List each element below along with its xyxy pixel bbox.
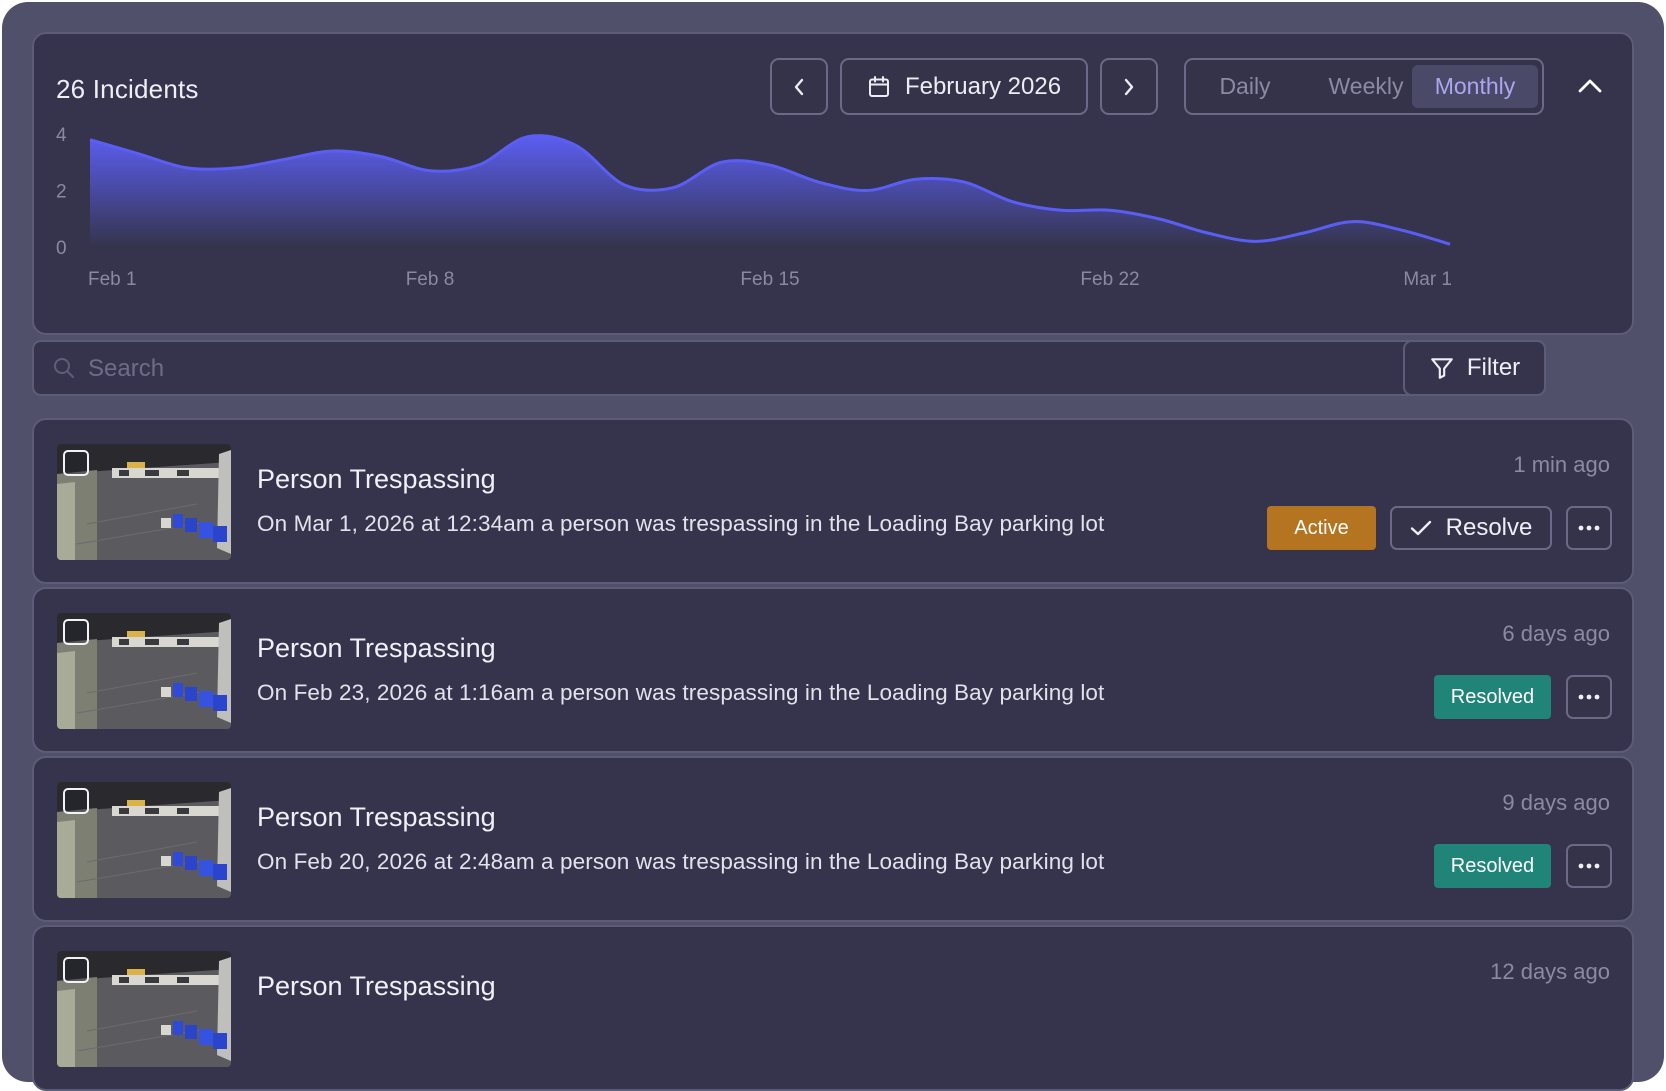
data-point[interactable] <box>667 182 679 194</box>
incident-title: Person Trespassing <box>257 464 496 494</box>
app-frame: 26 Incidents February 2026 Daily Weekly … <box>2 2 1664 1091</box>
data-point[interactable] <box>424 165 436 177</box>
data-point[interactable] <box>1007 196 1019 208</box>
data-point[interactable] <box>1444 238 1456 250</box>
y-axis-tick-label: 0 <box>56 238 67 259</box>
status-badge-active: Active <box>1267 506 1376 550</box>
incident-select-checkbox[interactable] <box>63 450 89 476</box>
data-point[interactable] <box>230 162 242 174</box>
check-icon <box>1410 520 1431 536</box>
incident-area-fill <box>90 135 1450 247</box>
filter-label: Filter <box>1466 354 1521 381</box>
more-options-button[interactable] <box>1566 506 1612 550</box>
more-horizontal-icon <box>1578 863 1600 869</box>
data-point[interactable] <box>813 176 825 188</box>
data-point[interactable] <box>181 162 193 174</box>
incident-title: Person Trespassing <box>257 971 496 1001</box>
incident-description: On Feb 20, 2026 at 2:48am a person was t… <box>257 849 1105 874</box>
incident-description: On Mar 1, 2026 at 12:34am a person was t… <box>257 511 1105 536</box>
data-point[interactable] <box>958 176 970 188</box>
incident-select-checkbox[interactable] <box>63 957 89 983</box>
more-horizontal-icon <box>1578 694 1600 700</box>
search-icon <box>54 358 74 378</box>
data-point[interactable] <box>1055 204 1067 216</box>
x-axis-tick-label: Feb 22 <box>1080 269 1139 290</box>
data-point[interactable] <box>84 134 96 146</box>
more-options-button[interactable] <box>1566 844 1612 888</box>
status-badge-resolved: Resolved <box>1434 844 1551 888</box>
incident-row[interactable]: Person Trespassing On Feb 20, 2026 at 2:4… <box>32 756 1634 922</box>
incident-chart-card: 26 Incidents February 2026 Daily Weekly … <box>32 32 1634 335</box>
incident-select-checkbox[interactable] <box>63 788 89 814</box>
data-point[interactable] <box>1347 216 1359 228</box>
search-bar <box>32 340 1475 396</box>
incident-row[interactable]: Person Trespassing On Feb 23, 2026 at 1:1… <box>32 587 1634 753</box>
data-point[interactable] <box>521 131 533 143</box>
data-point[interactable] <box>133 148 145 160</box>
resolve-label: Resolve <box>1445 514 1533 541</box>
incident-timestamp: 1 min ago <box>1513 452 1610 477</box>
incident-row[interactable]: Person Trespassing 12 days ago <box>32 925 1634 1091</box>
data-point[interactable] <box>327 145 339 157</box>
data-point[interactable] <box>375 151 387 163</box>
data-point[interactable] <box>570 139 582 151</box>
incident-timestamp: 12 days ago <box>1490 959 1610 984</box>
incident-select-checkbox[interactable] <box>63 619 89 645</box>
more-horizontal-icon <box>1578 525 1600 531</box>
data-point[interactable] <box>764 159 776 171</box>
data-point[interactable] <box>1250 235 1262 247</box>
resolve-button[interactable]: Resolve <box>1390 506 1552 550</box>
search-input[interactable] <box>88 350 1458 388</box>
incident-description: On Feb 23, 2026 at 1:16am a person was t… <box>257 680 1105 705</box>
x-axis-tick-label: Feb 15 <box>740 269 799 290</box>
data-point[interactable] <box>1395 224 1407 236</box>
more-options-button[interactable] <box>1566 675 1612 719</box>
filter-button[interactable]: Filter <box>1403 340 1546 396</box>
y-axis-tick-label: 2 <box>56 182 67 203</box>
data-point[interactable] <box>473 159 485 171</box>
incident-row[interactable]: Person Trespassing On Mar 1, 2026 at 12:3… <box>32 418 1634 584</box>
data-point[interactable] <box>861 185 873 197</box>
incident-timestamp: 6 days ago <box>1502 621 1610 646</box>
data-point[interactable] <box>1298 227 1310 239</box>
filter-icon <box>1430 358 1453 379</box>
data-point[interactable] <box>278 153 290 165</box>
incident-title: Person Trespassing <box>257 802 496 832</box>
data-point[interactable] <box>618 179 630 191</box>
status-badge-resolved: Resolved <box>1434 675 1551 719</box>
data-point[interactable] <box>1153 213 1165 225</box>
incident-area-chart: 4 2 0 Feb 1 Feb 8 Feb 15 Feb 22 Mar 1 <box>56 125 1456 290</box>
data-point[interactable] <box>1201 227 1213 239</box>
x-axis-tick-label: Mar 1 <box>1403 269 1452 290</box>
x-axis-tick-label: Feb 8 <box>406 269 455 290</box>
x-axis-tick-label: Feb 1 <box>88 269 137 290</box>
incident-timestamp: 9 days ago <box>1502 790 1610 815</box>
incident-title: Person Trespassing <box>257 633 496 663</box>
data-point[interactable] <box>910 173 922 185</box>
data-point[interactable] <box>1104 204 1116 216</box>
data-point[interactable] <box>715 156 727 168</box>
y-axis-tick-label: 4 <box>56 125 67 146</box>
